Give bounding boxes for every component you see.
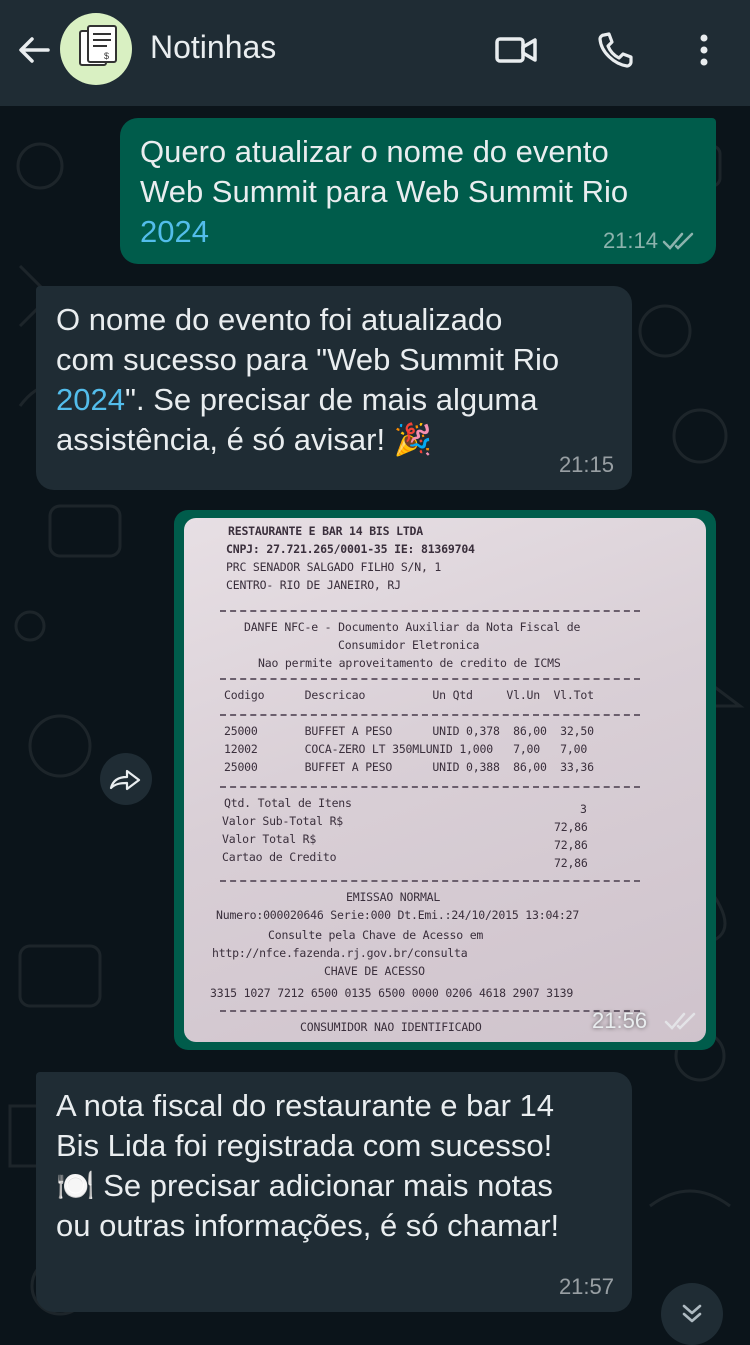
message-time: 21:57 (558, 1274, 614, 1299)
receipt-line: CONSUMIDOR NAO IDENTIFICADO (300, 1020, 482, 1034)
message-text: A nota fiscal do restaurante e bar 14 Bi… (56, 1088, 560, 1243)
receipt-item: 12002 COCA-ZERO LT 350MLUNID 1,000 7,00 … (224, 742, 588, 756)
receipt-total-label: Cartao de Credito (222, 850, 337, 864)
receipt-line: CNPJ: 27.721.265/0001-35 IE: 81369704 (226, 542, 475, 556)
incoming-message-bubble[interactable]: A nota fiscal do restaurante e bar 14 Bi… (36, 1072, 632, 1312)
receipt-image[interactable]: RESTAURANTE E BAR 14 BIS LTDA CNPJ: 27.7… (184, 518, 706, 1042)
chat-header: $ Notinhas (0, 0, 750, 106)
forward-icon (109, 769, 141, 791)
receipt-line: PRC SENADOR SALGADO FILHO S/N, 1 (226, 560, 442, 574)
receipt-line: CHAVE DE ACESSO (324, 964, 425, 978)
incoming-message-bubble[interactable]: O nome do evento foi atualizado com suce… (36, 286, 632, 490)
receipt-total-label: Qtd. Total de Itens (224, 796, 352, 810)
read-receipt-icon (664, 1012, 696, 1030)
receipt-divider (220, 880, 640, 882)
receipt-line: Consumidor Eletronica (338, 638, 480, 652)
receipt-divider (220, 714, 640, 716)
receipt-item: 25000 BUFFET A PESO UNID 0,378 86,00 32,… (224, 724, 594, 738)
receipt-total-value: 72,86 (554, 838, 588, 852)
receipt-line: http://nfce.fazenda.rj.gov.br/consulta (212, 946, 468, 960)
receipt-columns: Codigo Descricao Un Qtd Vl.Un Vl.Tot (224, 688, 594, 702)
receipt-line: Nao permite aproveitamento de credito de… (258, 656, 561, 670)
message-time: 21:56 (592, 1008, 648, 1033)
more-vertical-icon[interactable] (684, 30, 724, 70)
receipt-divider (220, 678, 640, 680)
video-call-icon[interactable] (494, 30, 538, 70)
receipt-line: RESTAURANTE E BAR 14 BIS LTDA (228, 524, 423, 538)
receipt-total-value: 72,86 (554, 856, 588, 870)
contact-avatar[interactable]: $ (60, 13, 132, 85)
outgoing-message-bubble[interactable]: Quero atualizar o nome do evento Web Sum… (120, 118, 716, 264)
receipt-line: 3315 1027 7212 6500 0135 6500 0000 0206 … (210, 986, 574, 1000)
message-time: 21:15 (558, 452, 614, 477)
message-link[interactable]: 2024 (140, 214, 209, 249)
receipt-line: EMISSAO NORMAL (346, 890, 441, 904)
phone-call-icon[interactable] (596, 30, 640, 70)
forward-button[interactable] (100, 753, 152, 805)
receipt-item: 25000 BUFFET A PESO UNID 0,388 86,00 33,… (224, 760, 594, 774)
receipt-total-label: Valor Total R$ (222, 832, 317, 846)
receipt-line: DANFE NFC-e - Documento Auxiliar da Nota… (244, 620, 581, 634)
svg-text:$: $ (104, 51, 109, 61)
receipt-divider (220, 1010, 640, 1012)
receipt-total-label: Valor Sub-Total R$ (222, 814, 344, 828)
receipt-divider (220, 786, 640, 788)
arrow-left-icon[interactable] (14, 30, 54, 70)
receipt-line: CENTRO- RIO DE JANEIRO, RJ (226, 578, 401, 592)
receipt-total-value: 3 (580, 802, 587, 816)
scroll-to-bottom-button[interactable] (661, 1283, 723, 1345)
receipt-line: Consulte pela Chave de Acesso em (268, 928, 484, 942)
receipt-divider (220, 610, 640, 612)
receipt-line: Numero:000020646 Serie:000 Dt.Emi.:24/10… (216, 908, 580, 922)
receipt-total-value: 72,86 (554, 820, 588, 834)
message-link[interactable]: 2024 (56, 382, 125, 417)
chevron-double-down-icon (682, 1304, 702, 1323)
contact-name[interactable]: Notinhas (150, 29, 276, 66)
message-time: 21:14 (602, 228, 658, 253)
read-receipt-icon (662, 232, 694, 250)
message-text: O nome do evento foi atualizado com suce… (56, 302, 560, 457)
document-icon: $ (79, 25, 117, 66)
